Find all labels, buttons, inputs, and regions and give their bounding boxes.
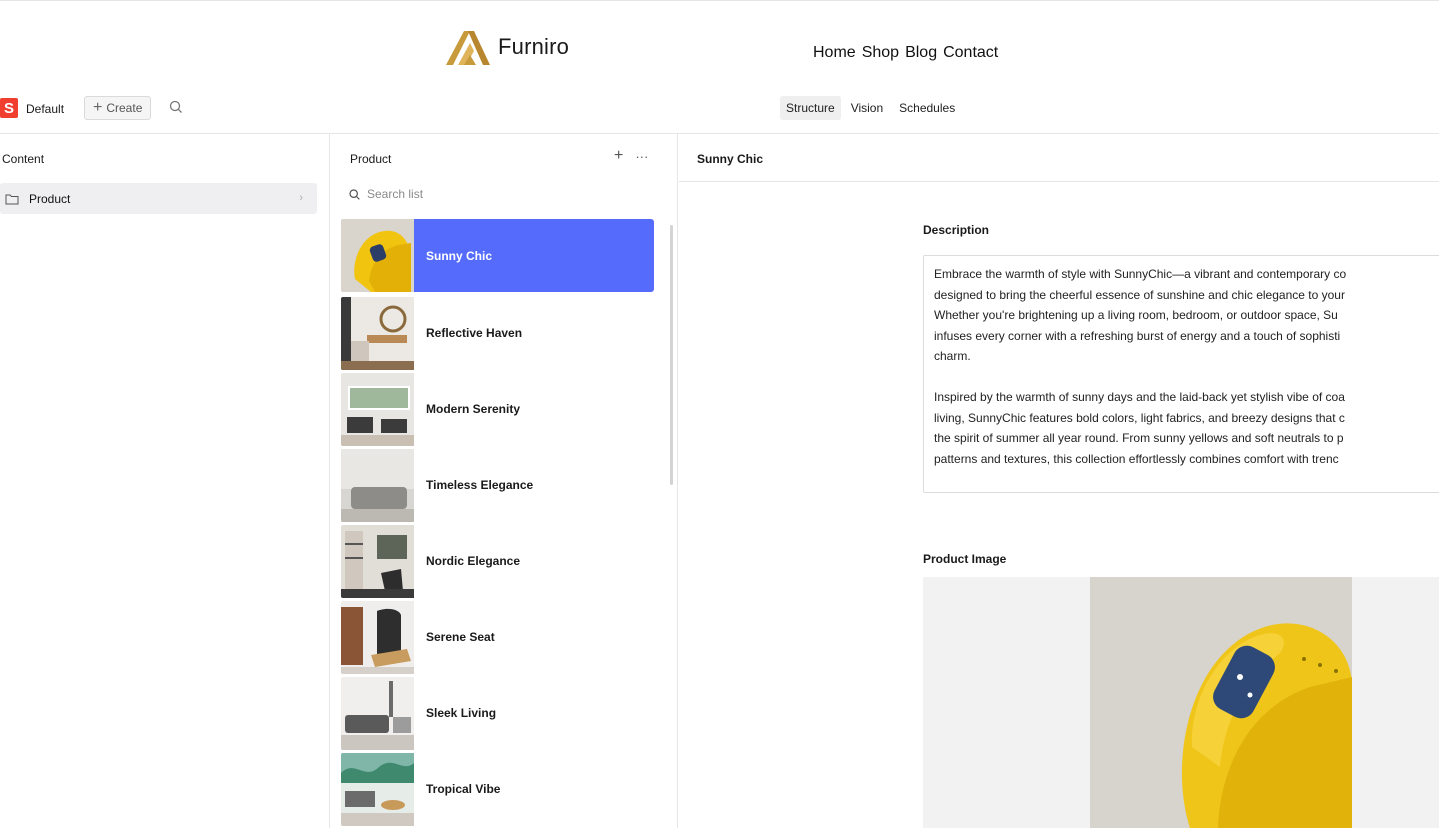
product-pane-actions: + ··· xyxy=(614,147,648,165)
site-nav: Home Shop Blog Contact xyxy=(813,44,998,62)
description-line: the spirit of summer all year round. Fro… xyxy=(934,431,1344,445)
product-thumbnail xyxy=(341,676,414,750)
workspace-badge[interactable]: S xyxy=(0,98,18,118)
product-thumbnail xyxy=(341,524,414,598)
product-thumbnail xyxy=(341,372,414,446)
list-item-label: Modern Serenity xyxy=(426,402,521,416)
list-item[interactable]: Modern Serenity xyxy=(341,371,654,447)
tab-structure[interactable]: Structure xyxy=(780,96,841,120)
document-title: Sunny Chic xyxy=(697,152,764,166)
tool-tabs: Structure Vision Schedules xyxy=(780,96,961,120)
product-thumbnail xyxy=(341,752,414,826)
document-header: Sunny Chic xyxy=(679,134,1439,182)
list-scrollbar[interactable] xyxy=(670,225,673,485)
description-line: designed to bring the cheerful essence o… xyxy=(934,287,1345,302)
description-line: charm. xyxy=(934,349,971,363)
furniro-logo-icon xyxy=(446,31,490,65)
plus-icon: + xyxy=(93,99,103,116)
product-pane: Product + ··· Search list Sunny Chic Ref… xyxy=(331,134,678,828)
list-item-label: Timeless Elegance xyxy=(426,478,534,492)
list-item-label: Serene Seat xyxy=(426,630,495,644)
description-field[interactable]: Embrace the warmth of style with SunnyCh… xyxy=(923,255,1439,493)
nav-home-link[interactable]: Home xyxy=(813,44,856,62)
list-item-label: Sunny Chic xyxy=(426,248,493,263)
list-item[interactable]: Sunny Chic xyxy=(341,219,654,292)
description-line: living, SunnyChic features bold colors, … xyxy=(934,410,1345,425)
product-thumbnail xyxy=(341,219,414,292)
description-line: Inspired by the warmth of sunny days and… xyxy=(934,390,1345,404)
workspace-name[interactable]: Default xyxy=(26,102,64,116)
brand[interactable]: Furniro xyxy=(444,27,569,67)
plus-icon[interactable]: + xyxy=(614,147,623,165)
brand-name: Furniro xyxy=(498,34,570,59)
description-line: Embrace the warmth of style with SunnyCh… xyxy=(934,267,1347,281)
studio-toolbar: S Default + Create Structure Vision Sche… xyxy=(0,92,1439,134)
folder-icon xyxy=(5,194,19,204)
tab-vision[interactable]: Vision xyxy=(845,96,889,120)
nav-shop-link[interactable]: Shop xyxy=(862,44,899,62)
document-pane: Sunny Chic Description Embrace the warmt… xyxy=(679,134,1439,828)
tab-schedules[interactable]: Schedules xyxy=(893,96,961,120)
description-line: Whether you're brightening up a living r… xyxy=(934,308,1338,322)
content-item-product[interactable]: Product › xyxy=(0,183,317,214)
description-line xyxy=(934,367,1439,388)
product-pane-title: Product xyxy=(350,152,392,166)
list-item[interactable]: Nordic Elegance xyxy=(341,523,654,599)
product-thumbnail xyxy=(341,600,414,674)
list-item[interactable]: Serene Seat xyxy=(341,599,654,675)
chevron-right-icon: › xyxy=(299,192,303,204)
more-icon[interactable]: ··· xyxy=(635,149,648,164)
list-item-label: Tropical Vibe xyxy=(426,782,501,796)
list-item-label: Nordic Elegance xyxy=(426,554,521,568)
nav-contact-link[interactable]: Contact xyxy=(943,44,998,62)
product-thumbnail xyxy=(341,296,414,370)
product-thumbnail xyxy=(341,448,414,522)
content-pane-title: Content xyxy=(2,152,45,166)
description-label: Description xyxy=(923,223,990,237)
description-line: patterns and textures, this collection e… xyxy=(934,451,1339,466)
list-item-label: Reflective Haven xyxy=(426,326,523,340)
content-pane: Content Product › xyxy=(0,134,330,828)
description-line: infuses every corner with a refreshing b… xyxy=(934,328,1341,343)
product-image xyxy=(1090,577,1352,828)
list-item[interactable]: Reflective Haven xyxy=(341,295,654,371)
create-button-label: Create xyxy=(106,101,143,115)
list-item[interactable]: Timeless Elegance xyxy=(341,447,654,523)
list-item[interactable]: Sleek Living xyxy=(341,675,654,751)
list-item-label: Sleek Living xyxy=(426,706,497,720)
product-image-label: Product Image xyxy=(923,552,1007,566)
search-icon[interactable] xyxy=(168,99,184,115)
list-item[interactable]: Tropical Vibe xyxy=(341,751,654,827)
search-icon xyxy=(349,188,360,200)
content-item-label: Product xyxy=(29,191,71,206)
site-header: Furniro Home Shop Blog Contact xyxy=(0,0,1439,90)
product-image-field[interactable] xyxy=(923,577,1439,828)
search-list[interactable]: Search list xyxy=(348,187,423,201)
product-list: Sunny Chic Reflective Haven Modern Seren… xyxy=(341,219,654,827)
search-list-placeholder: Search list xyxy=(367,187,424,201)
create-button[interactable]: + Create xyxy=(84,96,152,120)
nav-blog-link[interactable]: Blog xyxy=(905,44,937,62)
